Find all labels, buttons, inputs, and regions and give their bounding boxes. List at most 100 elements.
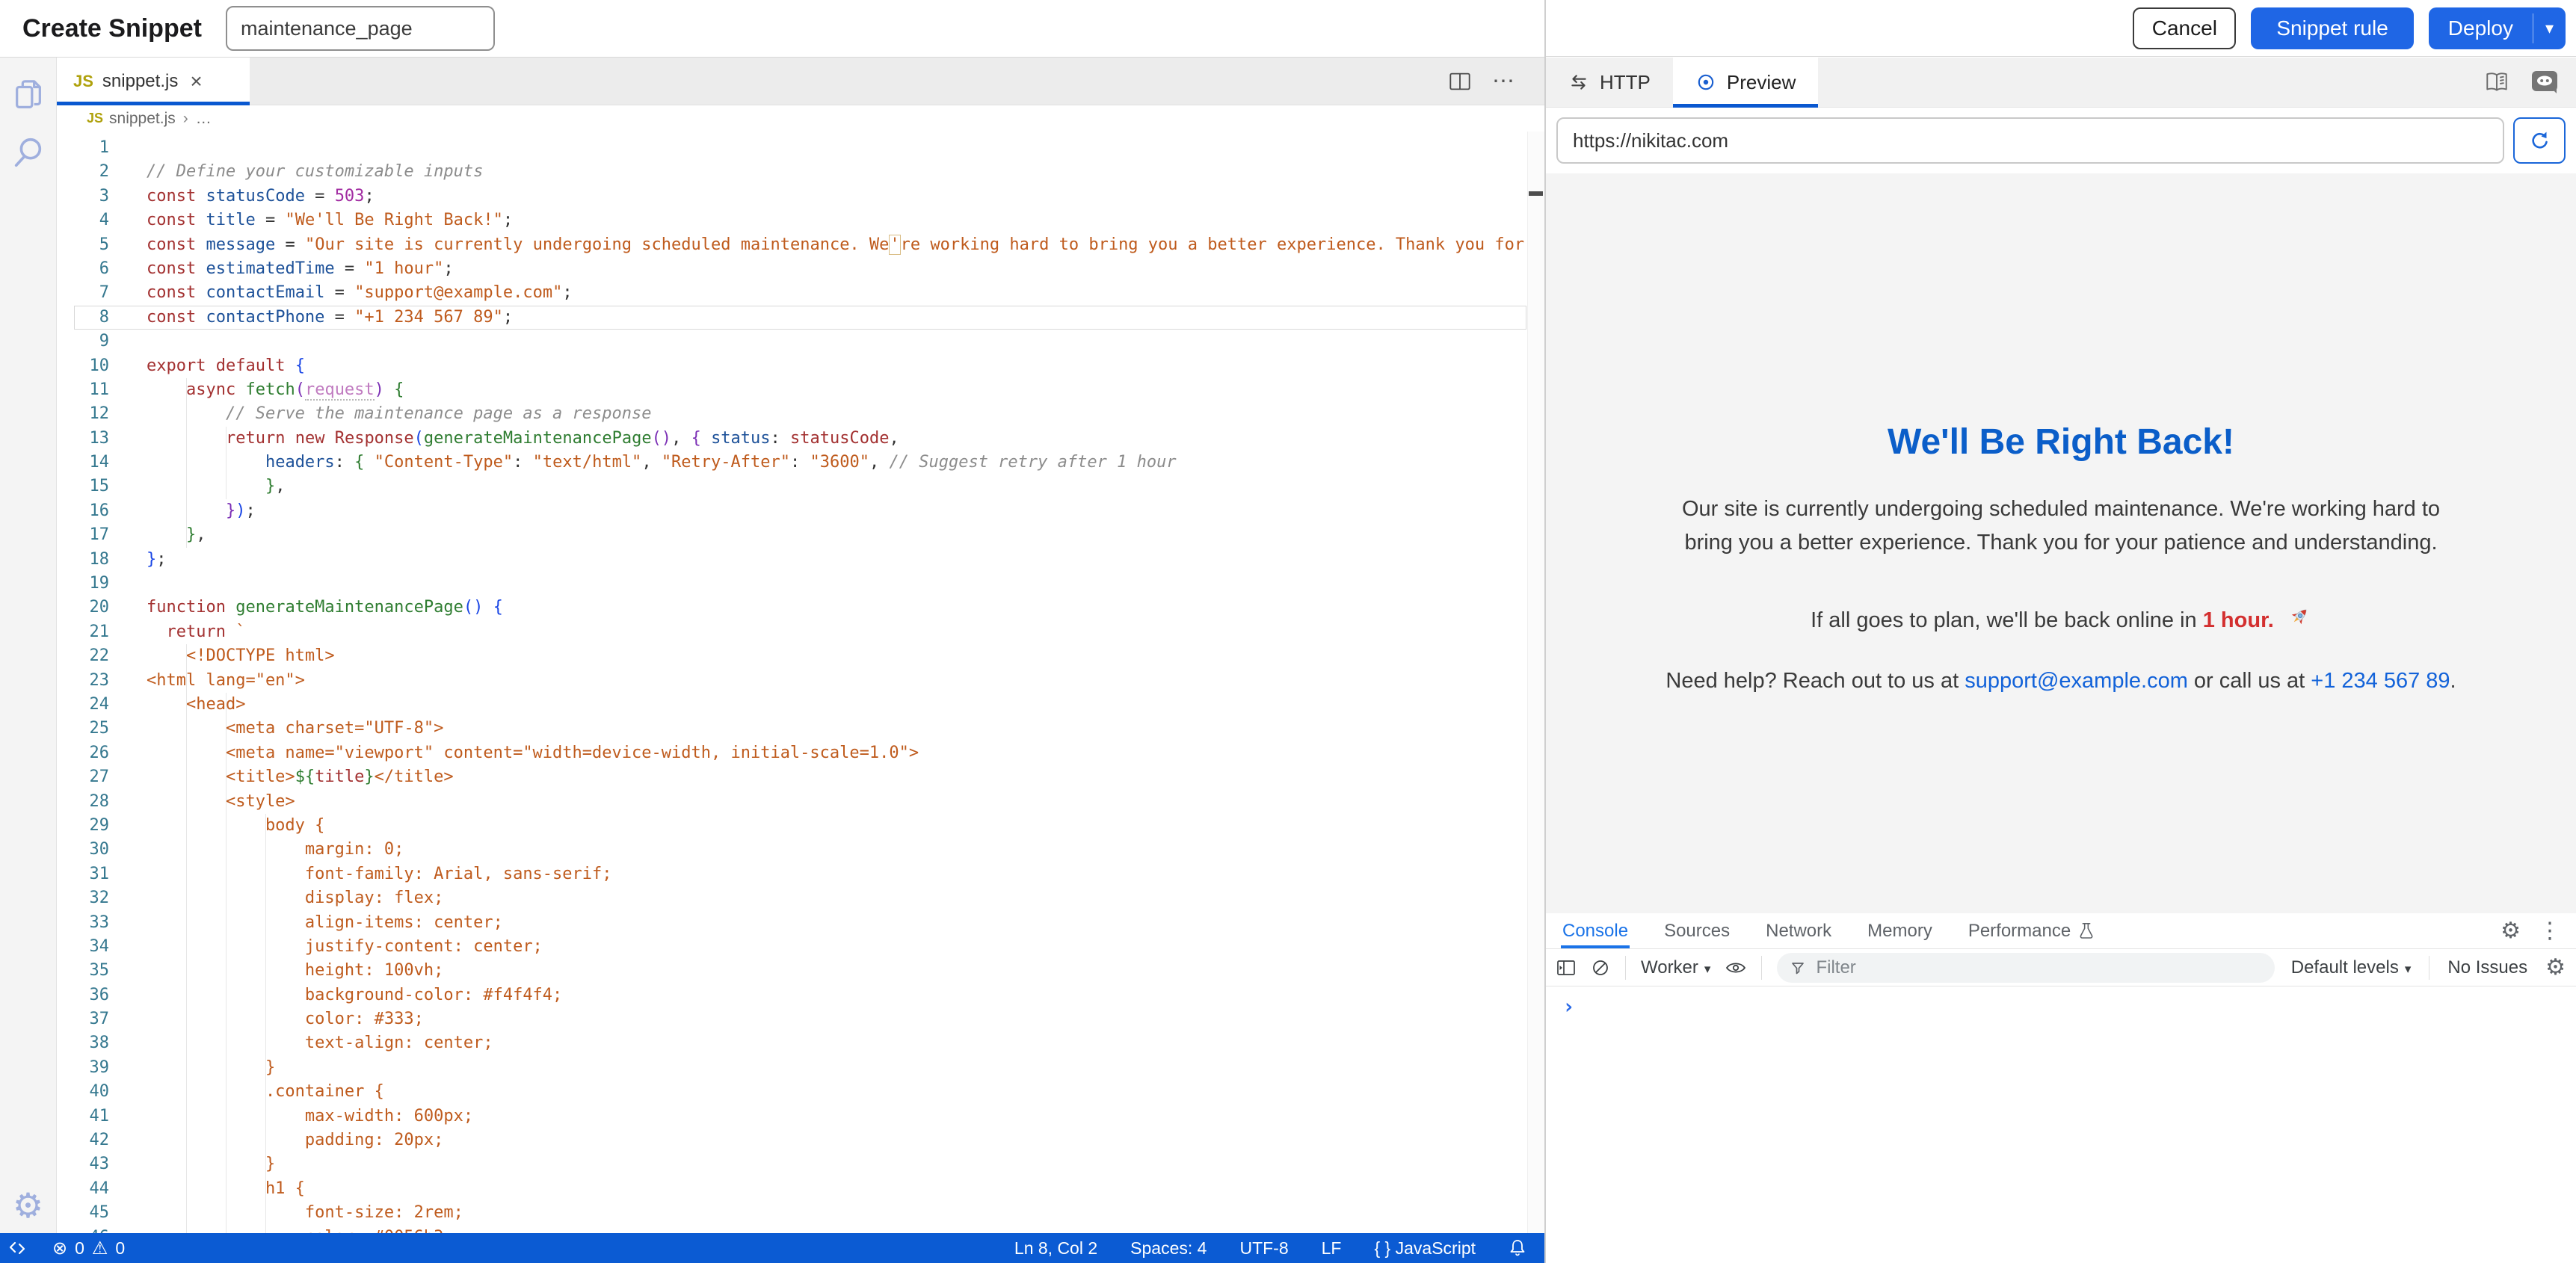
devtools-tab-console[interactable]: Console [1561, 913, 1630, 948]
cancel-button[interactable]: Cancel [2133, 7, 2236, 49]
devtools-tab-sources[interactable]: Sources [1663, 913, 1731, 948]
code-line[interactable]: 10export default { [57, 354, 1544, 378]
line-number: 28 [57, 790, 109, 814]
devtools-tab-memory[interactable]: Memory [1866, 913, 1934, 948]
code-line[interactable]: 37 color: #333; [57, 1007, 1544, 1031]
code-line[interactable]: 16 }); [57, 499, 1544, 523]
url-input[interactable] [1556, 117, 2504, 164]
code-line[interactable]: 20function generateMaintenancePage() { [57, 596, 1544, 620]
files-icon[interactable] [11, 77, 46, 114]
search-icon[interactable] [11, 134, 46, 171]
discord-icon[interactable] [2530, 68, 2560, 96]
eol-sequence[interactable]: LF [1322, 1238, 1342, 1259]
console-settings-gear-icon[interactable]: ⚙ [2545, 954, 2566, 981]
code-line[interactable]: 35 height: 100vh; [57, 959, 1544, 983]
code-line[interactable]: 13 return new Response(generateMaintenan… [57, 427, 1544, 451]
code-line[interactable]: 8const contactPhone = "+1 234 567 89"; [57, 306, 1544, 330]
code-line[interactable]: 42 padding: 20px; [57, 1128, 1544, 1152]
code-line[interactable]: 17 }, [57, 523, 1544, 547]
console-output[interactable]: › [1546, 986, 2576, 1263]
notifications-bell-icon[interactable] [1509, 1238, 1526, 1258]
tab-snippet-js[interactable]: JS snippet.js × [57, 58, 250, 105]
breadcrumb[interactable]: JS snippet.js › … [57, 105, 1546, 132]
code-line[interactable]: 29 body { [57, 814, 1544, 838]
code-line[interactable]: 39 } [57, 1056, 1544, 1080]
code-line[interactable]: 7const contactEmail = "support@example.c… [57, 281, 1544, 305]
code-line[interactable]: 24 <head> [57, 693, 1544, 717]
code-line[interactable]: 26 <meta name="viewport" content="width=… [57, 741, 1544, 765]
code-line[interactable]: 45 font-size: 2rem; [57, 1201, 1544, 1225]
code-line[interactable]: 15 }, [57, 475, 1544, 498]
code-line[interactable]: 41 max-width: 600px; [57, 1105, 1544, 1128]
settings-gear-icon[interactable]: ⚙ [13, 1188, 43, 1223]
code-line[interactable]: 6const estimatedTime = "1 hour"; [57, 257, 1544, 281]
code-line[interactable]: 46 color: #0056b3; [57, 1226, 1544, 1233]
docs-book-icon[interactable] [2483, 70, 2510, 94]
code-line[interactable]: 18}; [57, 548, 1544, 572]
devtools-settings-gear-icon[interactable]: ⚙ [2500, 918, 2521, 944]
code-line[interactable]: 5const message = "Our site is currently … [57, 233, 1544, 257]
code-line[interactable]: 4const title = "We'll Be Right Back!"; [57, 209, 1544, 232]
console-prompt-chevron[interactable]: › [1562, 994, 1575, 1019]
close-tab-icon[interactable]: × [190, 70, 202, 93]
code-line[interactable]: 12 // Serve the maintenance page as a re… [57, 402, 1544, 426]
code-line[interactable]: 25 <meta charset="UTF-8"> [57, 717, 1544, 741]
devtools-tab-performance[interactable]: Performance [1967, 913, 2096, 948]
more-actions-icon[interactable]: ⋯ [1492, 68, 1516, 94]
devtools-tab-network[interactable]: Network [1764, 913, 1833, 948]
errors-count[interactable]: 0 [75, 1238, 84, 1259]
line-number: 1 [57, 136, 109, 160]
code-line[interactable]: 32 display: flex; [57, 886, 1544, 910]
cursor-position[interactable]: Ln 8, Col 2 [1014, 1238, 1097, 1259]
warnings-icon[interactable]: ⚠ [92, 1238, 108, 1259]
code-line[interactable]: 28 <style> [57, 790, 1544, 814]
code-line[interactable]: 38 text-align: center; [57, 1031, 1544, 1055]
code-line[interactable]: 14 headers: { "Content-Type": "text/html… [57, 451, 1544, 475]
code-line[interactable]: 27 <title>${title}</title> [57, 765, 1544, 789]
live-expression-eye-icon[interactable] [1725, 960, 1746, 975]
console-sidebar-toggle-icon[interactable] [1556, 959, 1576, 977]
issues-counter[interactable]: No Issues [2447, 957, 2527, 978]
execution-context-selector[interactable]: Worker▾ [1641, 957, 1710, 978]
indentation[interactable]: Spaces: 4 [1130, 1238, 1207, 1259]
editor-scrollbar[interactable] [1527, 132, 1544, 1233]
code-line[interactable]: 33 align-items: center; [57, 911, 1544, 935]
code-line[interactable]: 31 font-family: Arial, sans-serif; [57, 862, 1544, 886]
code-line[interactable]: 23<html lang="en"> [57, 669, 1544, 693]
errors-icon[interactable]: ⊗ [52, 1238, 67, 1259]
log-levels-selector[interactable]: Default levels▾ [2291, 957, 2412, 978]
split-editor-icon[interactable] [1449, 71, 1471, 92]
tab-http[interactable]: HTTP [1546, 58, 1673, 107]
tab-preview[interactable]: Preview [1673, 58, 1818, 107]
line-number: 41 [57, 1105, 109, 1128]
encoding[interactable]: UTF-8 [1239, 1238, 1288, 1259]
code-line[interactable]: 9 [57, 330, 1544, 353]
code-line[interactable]: 22 <!DOCTYPE html> [57, 644, 1544, 668]
snippet-name-input[interactable] [226, 6, 495, 51]
remote-window-icon[interactable] [7, 1238, 27, 1258]
code-line[interactable]: 34 justify-content: center; [57, 935, 1544, 959]
code-line[interactable]: 11 async fetch(request) { [57, 378, 1544, 402]
code-line[interactable]: 21 return ` [57, 620, 1544, 644]
code-line[interactable]: 1 [57, 136, 1544, 160]
code-line[interactable]: 43 } [57, 1152, 1544, 1176]
support-email-link[interactable]: support@example.com [1965, 669, 2188, 693]
code-line[interactable]: 44 h1 { [57, 1177, 1544, 1201]
code-line[interactable]: 19 [57, 572, 1544, 596]
deploy-button[interactable]: Deploy ▾ [2429, 7, 2566, 49]
clear-console-icon[interactable] [1591, 958, 1610, 978]
code-line[interactable]: 2// Define your customizable inputs [57, 160, 1544, 184]
console-filter-input[interactable]: Filter [1777, 953, 2275, 983]
code-line[interactable]: 3const statusCode = 503; [57, 185, 1544, 209]
support-phone-link[interactable]: +1 234 567 89 [2311, 669, 2450, 693]
code-line[interactable]: 40 .container { [57, 1080, 1544, 1104]
warnings-count[interactable]: 0 [115, 1238, 125, 1259]
code-line[interactable]: 30 margin: 0; [57, 838, 1544, 862]
language-mode[interactable]: { } JavaScript [1374, 1238, 1476, 1259]
deploy-dropdown-caret-icon[interactable]: ▾ [2533, 7, 2566, 49]
refresh-button[interactable] [2513, 117, 2566, 164]
code-editor[interactable]: 12// Define your customizable inputs3con… [57, 132, 1544, 1233]
devtools-kebab-menu-icon[interactable]: ⋮ [2539, 918, 2561, 944]
snippet-rule-button[interactable]: Snippet rule [2251, 7, 2413, 49]
code-line[interactable]: 36 background-color: #f4f4f4; [57, 983, 1544, 1007]
